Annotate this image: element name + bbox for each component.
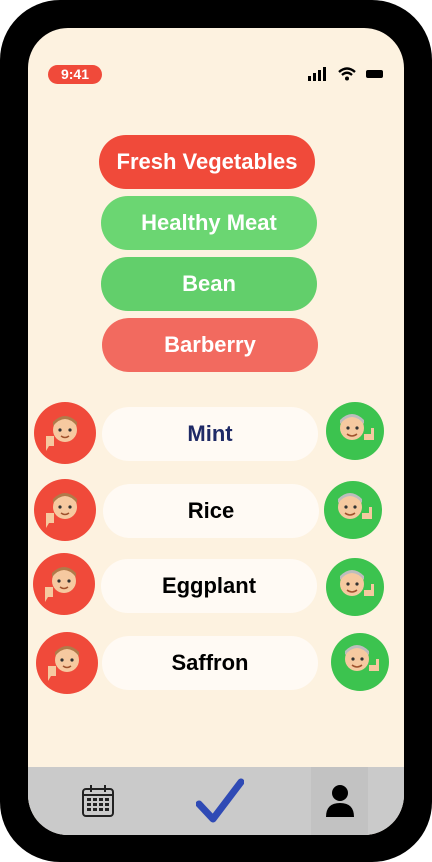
thumbs-up-avatar-icon [338,493,372,519]
signal-icon [308,67,326,81]
thumbs-down-avatar-icon [46,416,77,451]
like-button[interactable] [326,558,384,616]
thumbs-up-avatar-icon [340,570,374,596]
dislike-button[interactable] [34,479,96,541]
checkmark-icon [196,778,244,823]
tab-profile[interactable] [311,767,368,835]
app-screen: 9:41 Fresh Vegetables Healthy Meat Bean … [28,28,404,835]
category-healthy-meat[interactable]: Healthy Meat [101,196,317,250]
item-mint[interactable]: Mint [102,407,318,461]
dislike-button[interactable] [34,402,96,464]
profile-icon [325,785,354,817]
category-barberry[interactable]: Barberry [102,318,318,372]
tab-calendar[interactable] [68,767,128,835]
thumbs-down-avatar-icon [46,493,77,528]
item-rice[interactable]: Rice [103,484,319,538]
thumbs-up-avatar-icon [340,414,374,440]
thumbs-down-avatar-icon [48,646,79,681]
wifi-icon [338,67,356,81]
like-button[interactable] [326,402,384,460]
thumbs-down-avatar-icon [45,567,76,602]
calendar-icon [82,785,114,817]
like-button[interactable] [331,633,389,691]
phone-frame: 9:41 Fresh Vegetables Healthy Meat Bean … [0,0,432,862]
battery-icon [366,70,383,78]
status-icons [308,66,384,82]
thumbs-up-avatar-icon [345,645,379,671]
item-saffron[interactable]: Saffron [102,636,318,690]
tab-check[interactable] [188,767,252,835]
bottom-tab-bar [28,767,404,835]
item-eggplant[interactable]: Eggplant [101,559,317,613]
status-time: 9:41 [48,65,102,84]
category-fresh-vegetables[interactable]: Fresh Vegetables [99,135,315,189]
like-button[interactable] [324,481,382,539]
category-bean[interactable]: Bean [101,257,317,311]
dislike-button[interactable] [33,553,95,615]
dislike-button[interactable] [36,632,98,694]
